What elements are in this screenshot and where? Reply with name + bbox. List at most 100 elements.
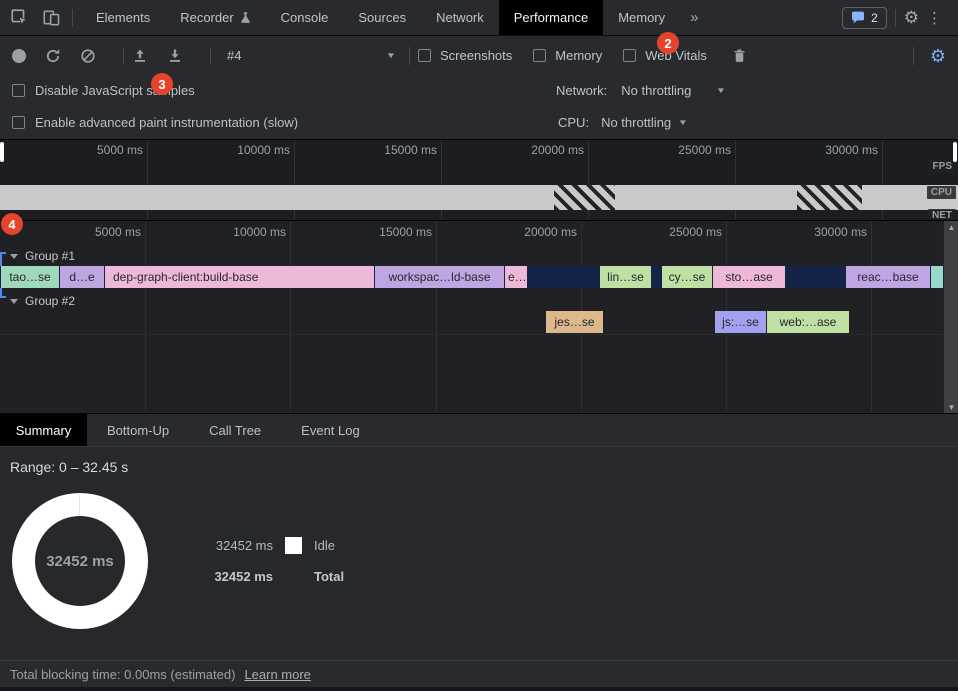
tab-console[interactable]: Console bbox=[266, 0, 344, 35]
cpu-idle-hatch bbox=[797, 185, 862, 210]
tab-bottom-up[interactable]: Bottom-Up bbox=[87, 414, 189, 446]
summary-panel: Range: 0 – 32.45 s 32452 ms 32452 ms Idl… bbox=[0, 447, 958, 660]
tab-event-log[interactable]: Event Log bbox=[281, 414, 380, 446]
timeline-overview[interactable]: 5000 ms 10000 ms 15000 ms 20000 ms 25000… bbox=[0, 139, 958, 220]
flame-bar[interactable]: web:…ase bbox=[767, 311, 849, 333]
flame-bar[interactable]: cy…se bbox=[662, 266, 712, 288]
group-2-track: jes…se js:…se web:…ase bbox=[0, 311, 943, 333]
reload-and-record-icon[interactable] bbox=[45, 48, 61, 64]
paint-instrumentation-row[interactable]: Enable advanced paint instrumentation (s… bbox=[12, 115, 298, 130]
net-lane-label: NET bbox=[928, 209, 956, 220]
flame-bar[interactable]: e… bbox=[505, 266, 527, 288]
cpu-throttling-control[interactable]: CPU: No throttling ▼ bbox=[558, 115, 687, 130]
tab-label: Console bbox=[281, 10, 329, 25]
cpu-idle-hatch bbox=[554, 185, 615, 210]
flame-tick: 15000 ms bbox=[332, 225, 432, 239]
issues-chat-button[interactable]: 2 bbox=[842, 7, 887, 29]
overview-right-handle[interactable] bbox=[953, 142, 957, 162]
screenshots-checkbox[interactable] bbox=[418, 49, 431, 62]
flame-bar[interactable]: jes…se bbox=[546, 311, 603, 333]
clear-icon[interactable] bbox=[80, 48, 96, 64]
flame-bar[interactable]: workspac…ld-base bbox=[375, 266, 504, 288]
tab-label: Memory bbox=[618, 10, 665, 25]
settings-gear-icon[interactable]: ⚙ bbox=[904, 9, 919, 26]
total-blocking-time-text: Total blocking time: 0.00ms (estimated) bbox=[10, 667, 235, 682]
vertical-scrollbar[interactable]: ▲ ▼ bbox=[943, 221, 958, 413]
tab-label: Bottom-Up bbox=[107, 423, 169, 438]
network-throttling-value[interactable]: No throttling bbox=[621, 83, 691, 98]
idle-color-swatch bbox=[285, 537, 302, 554]
flame-bar[interactable]: js:…se bbox=[715, 311, 766, 333]
devtools-window: Elements Recorder Console Sources Networ… bbox=[0, 0, 958, 691]
more-tabs-icon[interactable]: » bbox=[680, 9, 708, 26]
cpu-activity-band bbox=[0, 185, 958, 210]
overview-tick: 5000 ms bbox=[43, 143, 143, 157]
flame-bar[interactable]: tao…se bbox=[1, 266, 59, 288]
group-2-header[interactable]: Group #2 bbox=[10, 293, 75, 309]
flame-bar[interactable] bbox=[931, 266, 943, 288]
capture-settings-gear-icon[interactable]: ⚙ bbox=[930, 47, 946, 65]
flame-tick: 20000 ms bbox=[477, 225, 577, 239]
network-throttling-control[interactable]: Network: No throttling ▼ bbox=[556, 83, 725, 98]
cpu-throttling-value[interactable]: No throttling bbox=[601, 115, 671, 130]
total-label: Total bbox=[314, 569, 344, 584]
divider bbox=[0, 334, 943, 335]
total-value: 32452 ms bbox=[205, 569, 273, 584]
scroll-up-icon[interactable]: ▲ bbox=[944, 223, 958, 232]
history-select[interactable]: #4 ▼ bbox=[219, 44, 401, 68]
capture-settings-pane: Disable JavaScript samples Enable advanc… bbox=[0, 75, 958, 139]
donut-total-label: 32452 ms bbox=[35, 516, 125, 606]
disable-js-samples-checkbox[interactable] bbox=[12, 84, 25, 97]
expand-arrow-icon bbox=[10, 254, 18, 259]
idle-label: Idle bbox=[314, 538, 335, 553]
trash-icon[interactable] bbox=[732, 48, 747, 64]
cpu-throttling-label: CPU: bbox=[558, 115, 589, 130]
kebab-menu-icon[interactable]: ⋮ bbox=[919, 9, 950, 27]
device-toolbar-icon[interactable] bbox=[38, 5, 64, 31]
group-label: Group #1 bbox=[25, 249, 75, 263]
tab-performance[interactable]: Performance bbox=[499, 0, 603, 35]
flame-bar[interactable]: lin…se bbox=[600, 266, 651, 288]
inspect-element-icon[interactable] bbox=[6, 5, 32, 31]
paint-instrumentation-checkbox[interactable] bbox=[12, 116, 25, 129]
tab-recorder[interactable]: Recorder bbox=[165, 0, 265, 35]
overview-tick: 30000 ms bbox=[778, 143, 878, 157]
flame-chart[interactable]: 5000 ms 10000 ms 15000 ms 20000 ms 25000… bbox=[0, 220, 958, 413]
screenshots-checkbox-group[interactable]: Screenshots bbox=[418, 48, 512, 63]
load-profile-icon[interactable] bbox=[132, 48, 148, 64]
flame-tick: 25000 ms bbox=[622, 225, 722, 239]
web-vitals-checkbox[interactable] bbox=[623, 49, 636, 62]
history-selected-value: #4 bbox=[227, 48, 241, 63]
status-bar: Total blocking time: 0.00ms (estimated) … bbox=[0, 660, 958, 687]
flame-bar[interactable]: d…e bbox=[60, 266, 104, 288]
screenshots-label: Screenshots bbox=[440, 48, 512, 63]
tab-call-tree[interactable]: Call Tree bbox=[189, 414, 281, 446]
flame-bar[interactable]: reac…base bbox=[846, 266, 930, 288]
memory-checkbox[interactable] bbox=[533, 49, 546, 62]
tab-memory[interactable]: Memory bbox=[603, 0, 680, 35]
overview-tick: 20000 ms bbox=[484, 143, 584, 157]
overview-tick: 10000 ms bbox=[190, 143, 290, 157]
save-profile-icon[interactable] bbox=[167, 48, 183, 64]
tab-label: Sources bbox=[358, 10, 406, 25]
chat-bubble-icon bbox=[851, 11, 865, 24]
legend-row-idle: 32452 ms Idle bbox=[205, 537, 335, 554]
tab-label: Performance bbox=[514, 10, 588, 25]
experiment-flask-icon bbox=[240, 11, 251, 24]
overview-left-handle[interactable] bbox=[0, 142, 4, 162]
group-1-header[interactable]: Group #1 bbox=[10, 248, 75, 264]
flame-bar[interactable]: dep-graph-client:build-base bbox=[105, 266, 374, 288]
tab-summary[interactable]: Summary bbox=[0, 414, 87, 446]
tab-elements[interactable]: Elements bbox=[81, 0, 165, 35]
learn-more-link[interactable]: Learn more bbox=[244, 667, 310, 682]
flame-bar[interactable]: sto…ase bbox=[713, 266, 785, 288]
tab-network[interactable]: Network bbox=[421, 0, 499, 35]
record-button[interactable] bbox=[12, 49, 26, 63]
tab-sources[interactable]: Sources bbox=[343, 0, 421, 35]
divider bbox=[913, 47, 914, 65]
devtools-tabbar: Elements Recorder Console Sources Networ… bbox=[0, 0, 958, 36]
tab-label: Recorder bbox=[180, 10, 233, 25]
badge-2: 2 bbox=[657, 32, 679, 54]
scroll-down-icon[interactable]: ▼ bbox=[944, 403, 958, 412]
memory-checkbox-group[interactable]: Memory bbox=[533, 48, 602, 63]
